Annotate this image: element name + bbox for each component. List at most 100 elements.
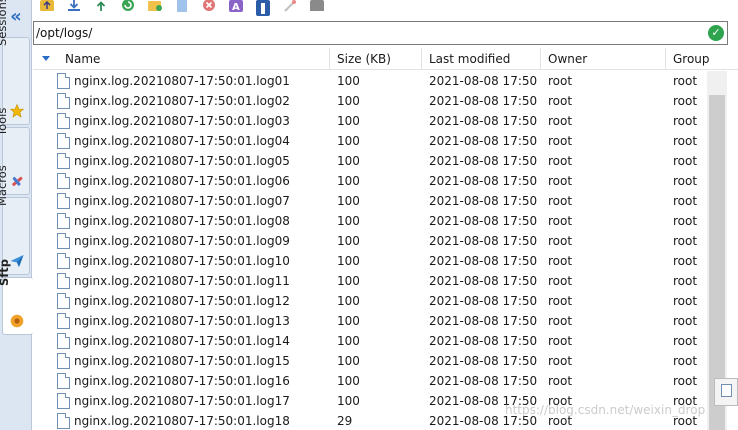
file-icon: [57, 353, 70, 369]
file-group: root: [673, 114, 698, 128]
table-row[interactable]: nginx.log.20210807-17:50:01.log08 100 2021…: [33, 211, 707, 231]
file-owner: root: [548, 314, 573, 328]
table-row[interactable]: nginx.log.20210807-17:50:01.log09 100 2021…: [33, 231, 707, 251]
tab-sftp-label: Sftp: [0, 258, 11, 286]
table-row[interactable]: nginx.log.20210807-17:50:01.log10 100 2021…: [33, 251, 707, 271]
properties-icon[interactable]: [256, 0, 270, 16]
upload-icon[interactable]: [94, 0, 108, 12]
sftp-window: « Sessions Tools Macros Sftp A /opt/logs…: [0, 0, 738, 430]
macro-icon: [10, 255, 24, 267]
file-size: 100: [337, 234, 360, 248]
file-table: Name Size (KB) Last modified Owner Group…: [33, 48, 738, 430]
file-size: 100: [337, 294, 360, 308]
side-tab-strip: « Sessions Tools Macros Sftp: [0, 0, 33, 430]
new-file-icon[interactable]: [175, 0, 189, 12]
table-row[interactable]: nginx.log.20210807-17:50:01.log14 100 2021…: [33, 331, 707, 351]
file-group: root: [673, 154, 698, 168]
file-owner: root: [548, 74, 573, 88]
delete-icon[interactable]: [202, 0, 216, 12]
file-owner: root: [548, 234, 573, 248]
terminal-icon[interactable]: [310, 0, 324, 12]
sftp-icon: [10, 314, 24, 328]
table-row[interactable]: nginx.log.20210807-17:50:01.log16 100 2021…: [33, 371, 707, 391]
vertical-scrollbar[interactable]: [707, 71, 727, 430]
file-icon: [57, 153, 70, 169]
file-icon: [57, 393, 70, 409]
file-owner: root: [548, 94, 573, 108]
file-name: nginx.log.20210807-17:50:01.log08: [74, 214, 290, 228]
document-icon[interactable]: [714, 378, 738, 406]
file-size: 100: [337, 394, 360, 408]
tab-sftp[interactable]: Sftp: [0, 259, 33, 335]
file-icon: [57, 133, 70, 149]
file-icon: [57, 253, 70, 269]
table-row[interactable]: nginx.log.20210807-17:50:01.log05 100 2021…: [33, 151, 707, 171]
file-icon: [57, 93, 70, 109]
file-owner: root: [548, 194, 573, 208]
file-modified: 2021-08-08 17:50: [429, 234, 538, 248]
column-header-owner[interactable]: Owner: [541, 48, 666, 70]
column-header-group[interactable]: Group: [666, 48, 738, 70]
path-bar: ✓: [33, 21, 728, 45]
table-header: Name Size (KB) Last modified Owner Group: [33, 48, 738, 70]
file-icon: [57, 333, 70, 349]
file-owner: root: [548, 274, 573, 288]
file-size: 100: [337, 154, 360, 168]
wand-icon[interactable]: [283, 0, 297, 12]
file-size: 100: [337, 354, 360, 368]
file-group: root: [673, 274, 698, 288]
table-row[interactable]: nginx.log.20210807-17:50:01.log15 100 2021…: [33, 351, 707, 371]
file-size: 100: [337, 254, 360, 268]
file-size: 100: [337, 134, 360, 148]
refresh-icon[interactable]: [121, 0, 135, 12]
column-header-name[interactable]: Name: [33, 48, 330, 70]
file-modified: 2021-08-08 17:50: [429, 74, 538, 88]
file-modified: 2021-08-08 17:50: [429, 274, 538, 288]
rename-icon[interactable]: A: [229, 0, 243, 12]
file-owner: root: [548, 354, 573, 368]
file-icon: [57, 213, 70, 229]
file-group: root: [673, 254, 698, 268]
file-group: root: [673, 214, 698, 228]
file-name: nginx.log.20210807-17:50:01.log17: [74, 394, 290, 408]
file-icon: [57, 273, 70, 289]
file-modified: 2021-08-08 17:50: [429, 334, 538, 348]
star-icon: [10, 104, 24, 118]
table-row[interactable]: nginx.log.20210807-17:50:01.log07 100 2021…: [33, 191, 707, 211]
file-group: root: [673, 134, 698, 148]
file-size: 100: [337, 114, 360, 128]
table-row[interactable]: nginx.log.20210807-17:50:01.log11 100 2021…: [33, 271, 707, 291]
file-owner: root: [548, 254, 573, 268]
file-name: nginx.log.20210807-17:50:01.log12: [74, 294, 290, 308]
file-modified: 2021-08-08 17:50: [429, 294, 538, 308]
file-name: nginx.log.20210807-17:50:01.log03: [74, 114, 290, 128]
file-modified: 2021-08-08 17:50: [429, 154, 538, 168]
table-row[interactable]: nginx.log.20210807-17:50:01.log12 100 2021…: [33, 291, 707, 311]
column-header-size[interactable]: Size (KB): [330, 48, 422, 70]
table-row[interactable]: nginx.log.20210807-17:50:01.log02 100 2021…: [33, 91, 707, 111]
table-row[interactable]: nginx.log.20210807-17:50:01.log06 100 2021…: [33, 171, 707, 191]
file-name: nginx.log.20210807-17:50:01.log10: [74, 254, 290, 268]
tab-tools-label: Tools: [0, 107, 9, 136]
file-name: nginx.log.20210807-17:50:01.log07: [74, 194, 290, 208]
parent-folder-icon[interactable]: [40, 0, 54, 12]
download-icon[interactable]: [67, 0, 81, 12]
file-modified: 2021-08-08 17:50: [429, 314, 538, 328]
file-name: nginx.log.20210807-17:50:01.log06: [74, 174, 290, 188]
file-icon: [57, 293, 70, 309]
file-modified: 2021-08-08 17:50: [429, 134, 538, 148]
checkmark-icon[interactable]: ✓: [708, 25, 724, 41]
file-size: 100: [337, 74, 360, 88]
file-owner: root: [548, 374, 573, 388]
table-row[interactable]: nginx.log.20210807-17:50:01.log01 100 2021…: [33, 71, 707, 91]
table-row[interactable]: nginx.log.20210807-17:50:01.log03 100 2021…: [33, 111, 707, 131]
file-name: nginx.log.20210807-17:50:01.log14: [74, 334, 290, 348]
file-name: nginx.log.20210807-17:50:01.log01: [74, 74, 290, 88]
file-name: nginx.log.20210807-17:50:01.log13: [74, 314, 290, 328]
table-row[interactable]: nginx.log.20210807-17:50:01.log13 100 2021…: [33, 311, 707, 331]
table-row[interactable]: nginx.log.20210807-17:50:01.log04 100 2021…: [33, 131, 707, 151]
column-header-modified[interactable]: Last modified: [422, 48, 541, 70]
watermark: https://blog.csdn.net/weixin_drop: [505, 403, 706, 417]
new-folder-icon[interactable]: [148, 0, 162, 12]
path-input[interactable]: [34, 22, 694, 44]
